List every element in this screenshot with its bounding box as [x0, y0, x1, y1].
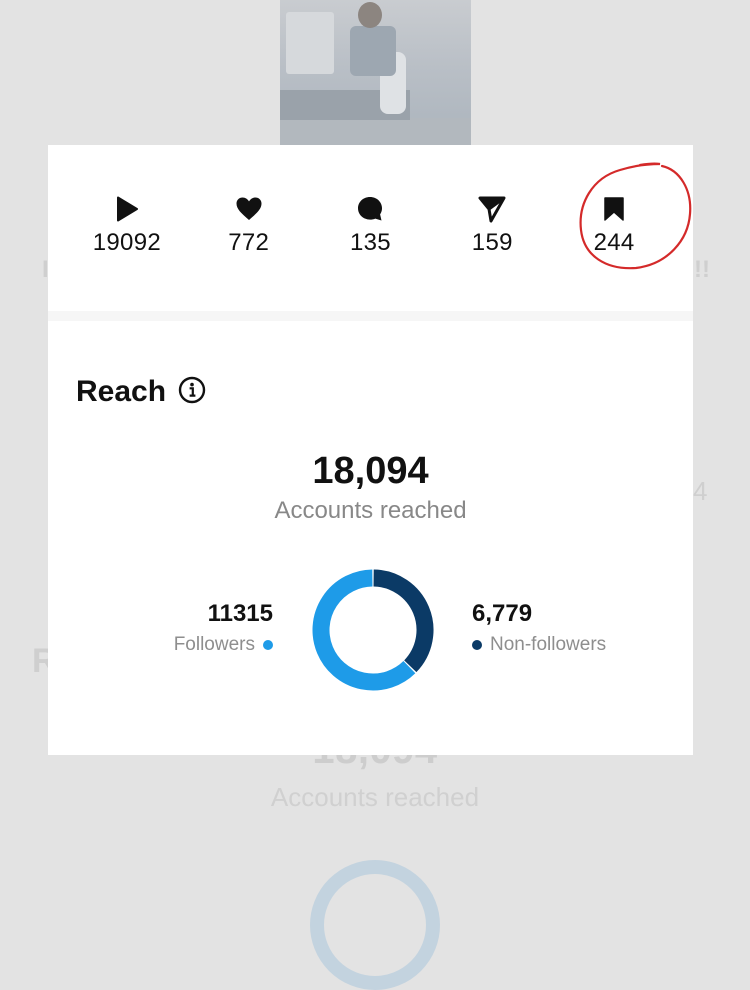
background-right-mid-fragment: 4 — [693, 476, 708, 506]
stat-plays[interactable]: 19092 — [72, 145, 182, 257]
background-donut — [310, 860, 440, 990]
info-icon[interactable] — [178, 376, 206, 409]
play-icon — [72, 195, 182, 223]
shares-count: 159 — [471, 229, 513, 256]
comments-count: 135 — [350, 229, 391, 256]
insights-card: 19092 772 135 159 244 Reach 18,094 Accou… — [48, 145, 693, 755]
accounts-reached-label: Accounts reached — [274, 497, 467, 524]
followers-label: Followers — [173, 634, 255, 655]
reach-title: Reach — [76, 375, 167, 408]
stat-shares[interactable]: 159 — [437, 145, 547, 257]
background-right-fragment: !! — [694, 256, 710, 283]
bookmark-icon — [559, 195, 669, 223]
followers-value: 11315 — [207, 600, 273, 627]
non-followers-value: 6,779 — [472, 600, 533, 627]
reach-donut-chart — [312, 569, 434, 691]
saves-count: 244 — [593, 229, 635, 256]
stat-saves[interactable]: 244 — [559, 145, 669, 257]
donut-slice-followers — [312, 569, 416, 691]
non-followers-legend-dot — [472, 640, 482, 650]
followers-legend-dot — [263, 640, 273, 650]
background-accounts-reached-label: Accounts reached — [270, 782, 480, 812]
section-divider — [48, 311, 693, 321]
stat-comments[interactable]: 135 — [315, 145, 425, 257]
donut-slice-non-followers — [373, 569, 434, 673]
accounts-reached-value: 18,094 — [312, 450, 429, 492]
comment-icon — [315, 195, 425, 223]
stat-likes[interactable]: 772 — [194, 145, 304, 257]
heart-icon — [194, 195, 304, 223]
post-thumbnail — [280, 0, 471, 150]
non-followers-stat: 6,779 Non-followers — [472, 600, 606, 656]
send-icon — [437, 195, 547, 223]
engagement-stats-row: 19092 772 135 159 244 — [48, 145, 693, 315]
reach-header: Reach — [76, 375, 206, 409]
non-followers-label: Non-followers — [490, 634, 607, 655]
followers-stat: 11315 Followers — [174, 600, 273, 656]
plays-count: 19092 — [92, 229, 162, 256]
likes-count: 772 — [228, 229, 270, 256]
